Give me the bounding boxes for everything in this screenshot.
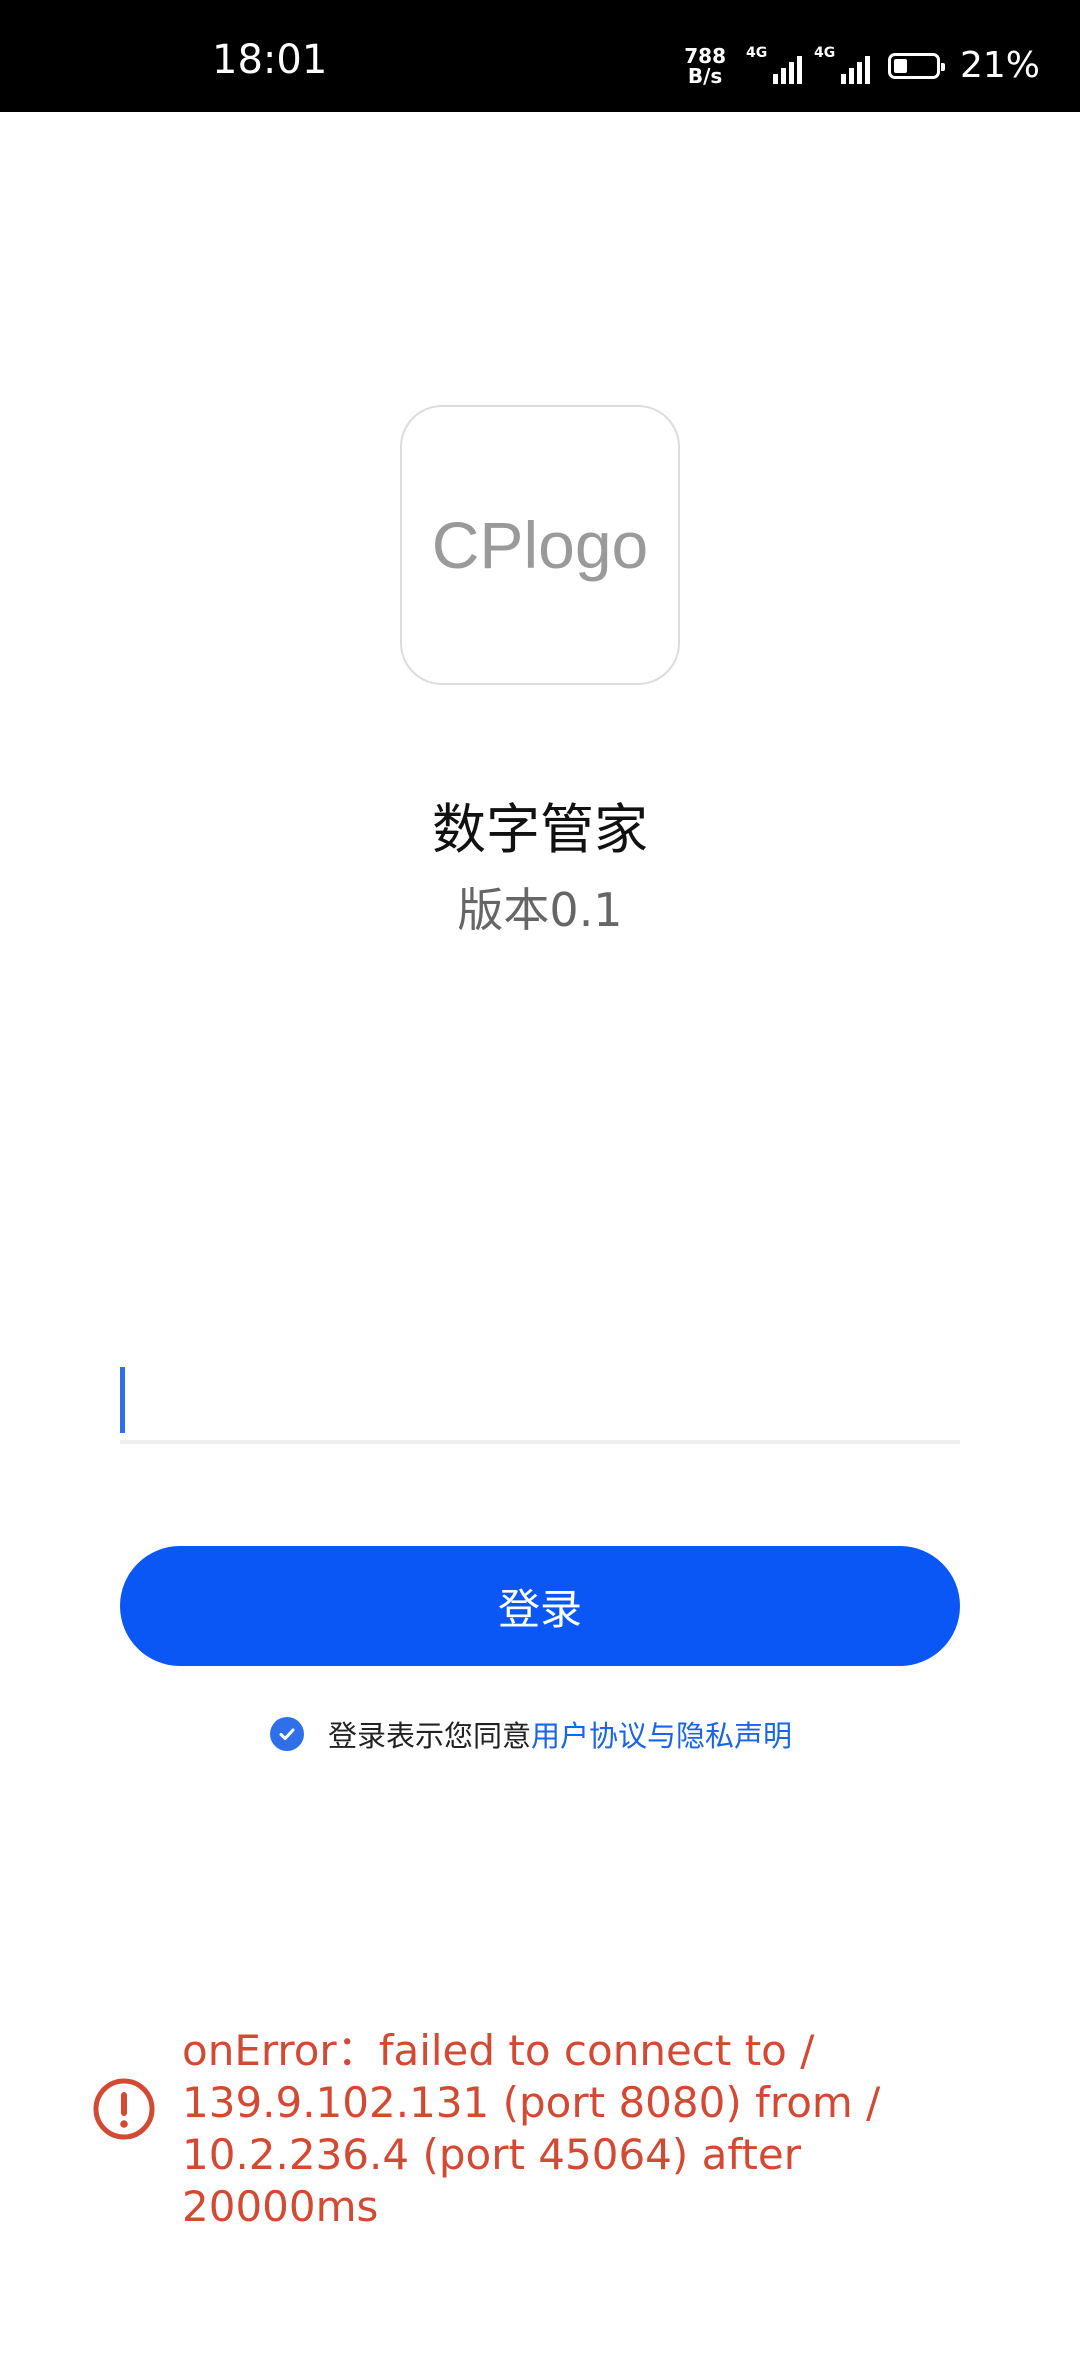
sim2-network-label: 4G bbox=[813, 45, 836, 61]
network-speed-value: 788 bbox=[684, 44, 726, 68]
agreement-text: 登录表示您同意 bbox=[328, 1719, 532, 1753]
login-input[interactable] bbox=[120, 1360, 960, 1440]
error-icon bbox=[93, 2078, 155, 2140]
network-speed-unit: B/s bbox=[687, 64, 723, 88]
error-message: onError：failed to connect to / 139.9.102… bbox=[182, 2026, 881, 2231]
error-toast: onError：failed to connect to / 139.9.102… bbox=[92, 2025, 992, 2233]
sim1-network-label: 4G bbox=[745, 45, 768, 61]
status-icons: 788 B/s 4G 4G 21% bbox=[684, 44, 1040, 88]
network-speed: 788 B/s bbox=[684, 46, 726, 86]
text-cursor bbox=[120, 1367, 125, 1433]
app-logo: CPlogo bbox=[400, 405, 680, 685]
app-version: 版本0.1 bbox=[457, 883, 623, 937]
status-bar: 18:01 788 B/s 4G 4G 21% bbox=[0, 0, 1080, 112]
agreement-row: 登录表示您同意 用户协议与隐私声明 bbox=[270, 1712, 792, 1756]
sim2-signal-icon: 4G bbox=[813, 45, 870, 84]
battery-level bbox=[893, 59, 907, 73]
login-button[interactable]: 登录 bbox=[120, 1546, 960, 1666]
battery-percent: 21% bbox=[959, 45, 1040, 86]
sim1-signal-icon: 4G bbox=[745, 45, 802, 84]
status-time: 18:01 bbox=[212, 37, 328, 83]
login-input-container bbox=[120, 1360, 960, 1444]
battery-icon bbox=[887, 53, 945, 79]
app-logo-text: CPlogo bbox=[431, 508, 649, 582]
agreement-link[interactable]: 用户协议与隐私声明 bbox=[531, 1713, 792, 1755]
app-name: 数字管家 bbox=[432, 798, 648, 861]
agreement-checkbox-icon[interactable] bbox=[270, 1717, 304, 1751]
